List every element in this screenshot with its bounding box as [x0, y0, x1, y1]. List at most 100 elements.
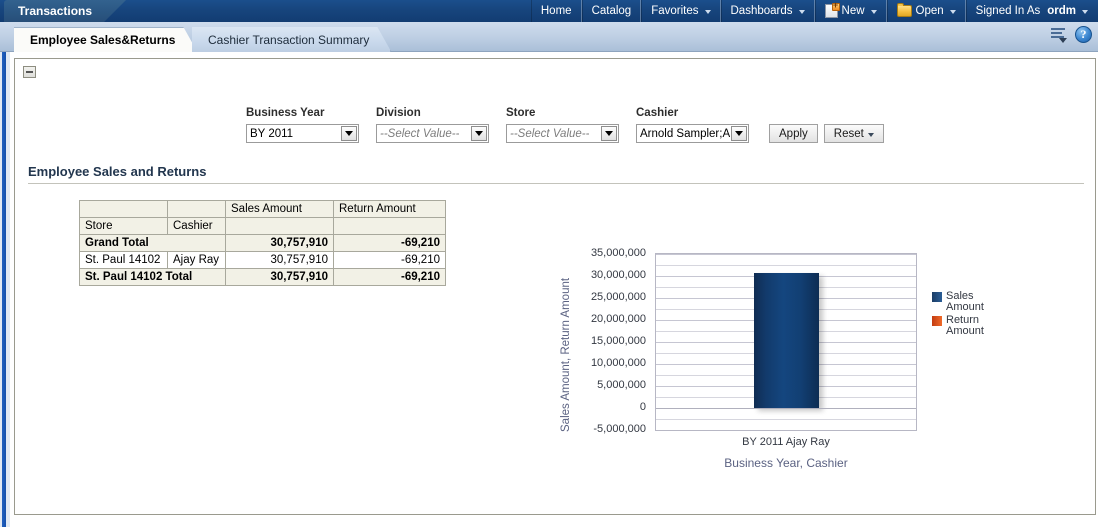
dashboard-content-panel: Business Year BY 2011 Division --Select … [14, 58, 1096, 515]
tab-cashier-transaction-summary[interactable]: Cashier Transaction Summary [192, 27, 391, 52]
page-options-icon[interactable] [1051, 27, 1067, 43]
division-select[interactable]: --Select Value-- [376, 124, 489, 143]
table-corner-cell-store [79, 200, 168, 218]
chart-x-axis-label: Business Year, Cashier [724, 456, 848, 470]
chevron-down-icon [949, 10, 956, 14]
legend-item-return-amount[interactable]: Return Amount [932, 315, 998, 337]
chart-bar[interactable] [754, 273, 819, 408]
nav-home[interactable]: Home [530, 0, 582, 22]
chart-x-tick-label: BY 2011 Ajay Ray [742, 436, 830, 448]
tab-strip-toolbar: ? [1051, 26, 1092, 43]
chevron-down-icon[interactable] [731, 126, 747, 141]
nav-catalog-label: Catalog [591, 5, 632, 17]
division-value: --Select Value-- [380, 127, 460, 140]
report-title: Employee Sales and Returns [28, 164, 207, 179]
column-header-store[interactable]: Store [79, 217, 168, 235]
chevron-down-icon[interactable] [341, 126, 357, 141]
nav-signed-in-as[interactable]: Signed In As ordm [965, 0, 1094, 22]
prompt-cashier-label: Cashier [636, 107, 679, 119]
row-store: St. Paul 14102 [79, 251, 168, 269]
nav-new[interactable]: New [814, 0, 887, 22]
signed-in-as-label: Signed In As [975, 5, 1041, 17]
new-document-icon [824, 0, 840, 18]
chevron-down-icon [870, 10, 877, 14]
nav-dashboards-label: Dashboards [730, 5, 793, 17]
grand-total-return: -69,210 [333, 234, 446, 252]
table-blank-cell [225, 217, 334, 235]
table-measure-header-row: Sales Amount Return Amount [79, 200, 446, 218]
apply-button[interactable]: Apply [769, 124, 818, 143]
prompt-business-year-label: Business Year [246, 107, 325, 119]
nav-catalog[interactable]: Catalog [581, 0, 642, 22]
chart-gridline [656, 265, 916, 266]
report-title-divider [28, 183, 1084, 184]
prompt-bar: Business Year BY 2011 Division --Select … [246, 107, 884, 143]
reset-button-label: Reset [833, 127, 864, 140]
reset-button[interactable]: Reset [823, 124, 884, 143]
business-year-select[interactable]: BY 2011 [246, 124, 359, 143]
store-select[interactable]: --Select Value-- [506, 124, 619, 143]
tab-cashier-transaction-summary-label: Cashier Transaction Summary [208, 32, 370, 47]
row-sales-amount: 30,757,910 [225, 251, 334, 269]
global-nav: Home Catalog Favorites Dashboards New Op… [530, 0, 1094, 22]
nav-favorites[interactable]: Favorites [641, 0, 721, 22]
chevron-down-icon [704, 10, 711, 14]
employee-sales-returns-chart: Sales Amount, Return Amount 35,000,000 30… [560, 197, 1060, 527]
folder-open-icon [896, 3, 912, 17]
column-header-return-amount[interactable]: Return Amount [333, 200, 446, 218]
column-header-sales-amount[interactable]: Sales Amount [225, 200, 334, 218]
chart-y-tick-label: 25,000,000 [590, 291, 646, 303]
chevron-down-icon [1082, 10, 1088, 14]
chevron-down-icon[interactable] [601, 126, 617, 141]
nav-home-label: Home [540, 5, 572, 17]
cashier-select[interactable]: Arnold Sampler;A [636, 124, 749, 143]
nav-dashboards[interactable]: Dashboards [720, 0, 815, 22]
nav-new-label: New [841, 5, 865, 17]
chart-y-axis-label: Sales Amount, Return Amount [560, 277, 572, 433]
legend-swatch-icon [932, 292, 942, 302]
chart-gridline [656, 430, 916, 431]
table-blank-cell [333, 217, 446, 235]
employee-sales-returns-table: Sales Amount Return Amount Store Cashier… [79, 200, 446, 286]
legend-swatch-icon [932, 316, 942, 326]
chart-y-tick-label: 15,000,000 [590, 335, 646, 347]
chart-y-tick-label: 30,000,000 [590, 269, 646, 281]
chevron-down-icon [798, 10, 805, 14]
chart-gridline [656, 254, 916, 255]
table-corner-cell-cashier [167, 200, 226, 218]
column-header-cashier[interactable]: Cashier [167, 217, 226, 235]
chart-y-axis-ticks: 35,000,000 30,000,000 25,000,000 20,000,000… [574, 247, 650, 435]
app-title-tab[interactable]: Transactions [4, 0, 126, 22]
prompt-business-year: Business Year BY 2011 [246, 107, 359, 143]
store-total-sales: 30,757,910 [225, 268, 334, 286]
business-year-value: BY 2011 [250, 127, 294, 140]
current-user-name: ordm [1047, 5, 1076, 17]
collapse-minus-icon[interactable] [23, 66, 36, 78]
chart-legend: Sales Amount Return Amount [932, 291, 998, 337]
left-accent-rail [0, 52, 10, 527]
application-window: Transactions Home Catalog Favorites Dash… [0, 0, 1098, 527]
grand-total-label: Grand Total [79, 234, 226, 252]
legend-item-sales-amount[interactable]: Sales Amount [932, 291, 998, 313]
legend-label-return-amount: Return Amount [946, 314, 984, 337]
prompt-division-label: Division [376, 107, 421, 119]
chevron-down-icon [867, 132, 874, 137]
table-row-store-total: St. Paul 14102 Total 30,757,910 -69,210 [79, 268, 446, 286]
help-icon[interactable]: ? [1075, 26, 1092, 43]
chart-plot-area [655, 253, 917, 431]
nav-favorites-label: Favorites [651, 5, 699, 17]
store-total-return: -69,210 [333, 268, 446, 286]
chart-y-tick-label: 35,000,000 [590, 247, 646, 259]
chart-zero-baseline [656, 408, 916, 409]
nav-open[interactable]: Open [886, 0, 966, 22]
tab-employee-sales-returns[interactable]: Employee Sales&Returns [14, 27, 197, 52]
chart-y-tick-label: -5,000,000 [593, 423, 646, 435]
prompt-cashier: Cashier Arnold Sampler;A [636, 107, 749, 143]
table-dimension-header-row: Store Cashier [79, 217, 446, 235]
dashboard-tab-strip: Employee Sales&Returns Cashier Transacti… [0, 22, 1098, 52]
global-header: Transactions Home Catalog Favorites Dash… [0, 0, 1098, 22]
chevron-down-icon[interactable] [471, 126, 487, 141]
tab-employee-sales-returns-label: Employee Sales&Returns [30, 33, 176, 47]
row-return-amount: -69,210 [333, 251, 446, 269]
table-row-grand-total: Grand Total 30,757,910 -69,210 [79, 234, 446, 252]
